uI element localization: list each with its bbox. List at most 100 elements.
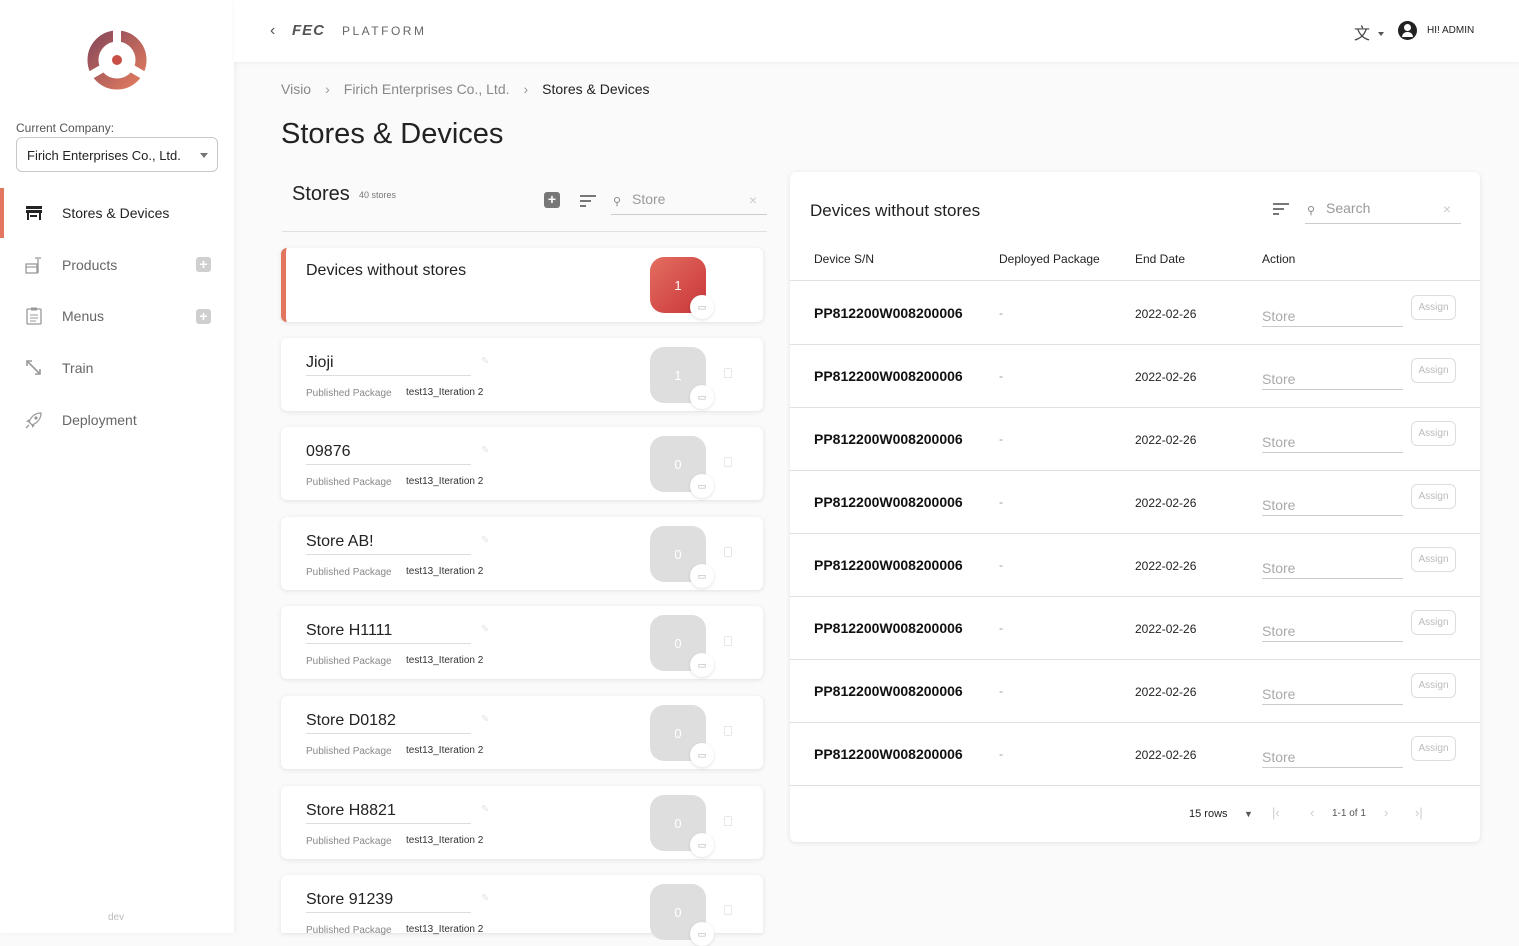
add-product-button[interactable]: + (196, 257, 211, 272)
package-label: Published Package (306, 746, 392, 757)
edit-pencil-icon[interactable]: ✎ (481, 624, 489, 635)
store-card-selected[interactable]: Devices without stores 1 ▭ (281, 248, 763, 322)
assign-button[interactable]: Assign (1411, 547, 1456, 572)
store-input[interactable] (1262, 296, 1403, 327)
chevron-down-icon[interactable] (1378, 32, 1384, 36)
device-sn: PP812200W008200006 (814, 683, 963, 699)
edit-pencil-icon[interactable]: ✎ (481, 804, 489, 815)
store-card[interactable]: Jioji ✎ Published Package test13_Iterati… (281, 338, 763, 411)
storefront-icon (24, 203, 44, 223)
store-input[interactable] (1262, 359, 1403, 390)
store-input[interactable] (1262, 485, 1403, 516)
device-search-input[interactable] (1326, 200, 1436, 216)
search-icon: ⚲ (613, 196, 622, 208)
nav-label: Menus (62, 308, 105, 324)
trash-icon[interactable] (724, 636, 732, 646)
store-search-input[interactable] (632, 191, 742, 207)
device-search[interactable]: ⚲ × (1305, 196, 1461, 224)
deployed-package: - (999, 621, 1003, 635)
edit-pencil-icon[interactable]: ✎ (481, 445, 489, 456)
table-row: PP812200W008200006 - 2022-02-26 Assign (790, 723, 1480, 786)
store-card[interactable]: Store AB! ✎ Published Package test13_Ite… (281, 517, 763, 590)
edit-pencil-icon[interactable]: ✎ (481, 714, 489, 725)
device-icon: ▭ (690, 474, 714, 498)
sort-icon[interactable] (1273, 203, 1289, 215)
store-input[interactable] (1262, 674, 1403, 705)
trash-icon[interactable] (724, 547, 732, 557)
assign-button[interactable]: Assign (1411, 736, 1456, 761)
name-underline (306, 733, 471, 734)
edit-pencil-icon[interactable]: ✎ (481, 535, 489, 546)
package-label: Published Package (306, 836, 392, 847)
table-row: PP812200W008200006 - 2022-02-26 Assign (790, 597, 1480, 660)
package-value: test13_Iteration 2 (406, 835, 484, 846)
trash-icon[interactable] (724, 726, 732, 736)
nav-item-train[interactable]: Train (0, 343, 234, 393)
nav-item-products[interactable]: Products + (0, 240, 234, 290)
edit-pencil-icon[interactable]: ✎ (481, 356, 489, 367)
nav-item-stores-devices[interactable]: Stores & Devices (0, 188, 234, 238)
chevron-down-icon[interactable]: ▼ (1244, 809, 1253, 819)
column-header: Device S/N (814, 252, 875, 266)
store-input[interactable] (1262, 737, 1403, 768)
deployed-package: - (999, 369, 1003, 383)
device-count: 0 (674, 546, 682, 562)
store-input[interactable] (1262, 548, 1403, 579)
breadcrumb-link[interactable]: Visio (281, 81, 311, 97)
user-greeting[interactable]: HI! ADMIN (1427, 25, 1474, 36)
assign-button[interactable]: Assign (1411, 295, 1456, 320)
device-count-badge: 0 ▭ (650, 884, 714, 946)
edit-pencil-icon[interactable]: ✎ (481, 893, 489, 904)
assign-button[interactable]: Assign (1411, 673, 1456, 698)
store-card[interactable]: Store 91239 ✎ Published Package test13_I… (281, 875, 763, 946)
trash-icon[interactable] (724, 905, 732, 915)
store-card[interactable]: Store H8821 ✎ Published Package test13_I… (281, 786, 763, 859)
clear-icon[interactable]: × (1443, 201, 1451, 217)
first-page-icon[interactable]: |‹ (1272, 805, 1280, 820)
store-input[interactable] (1262, 422, 1403, 453)
device-count-badge: 0 ▭ (650, 795, 714, 857)
assign-button[interactable]: Assign (1411, 610, 1456, 635)
store-card[interactable]: 09876 ✎ Published Package test13_Iterati… (281, 427, 763, 500)
trash-icon[interactable] (724, 457, 732, 467)
prev-page-icon[interactable]: ‹ (1310, 805, 1314, 820)
clear-icon[interactable]: × (749, 192, 757, 208)
company-select[interactable]: Firich Enterprises Co., Ltd. (16, 137, 218, 172)
store-input[interactable] (1262, 611, 1403, 642)
translate-icon[interactable]: 文 (1354, 20, 1370, 44)
next-page-icon[interactable]: › (1384, 805, 1388, 820)
add-menu-button[interactable]: + (196, 309, 211, 324)
account-icon[interactable] (1398, 21, 1417, 40)
end-date: 2022-02-26 (1135, 559, 1197, 573)
nav-item-deployment[interactable]: Deployment (0, 395, 234, 445)
products-icon (24, 255, 44, 275)
device-count-badge: 0 ▭ (650, 436, 714, 498)
end-date: 2022-02-26 (1135, 622, 1197, 636)
sort-icon[interactable] (580, 195, 596, 207)
package-label: Published Package (306, 656, 392, 667)
rows-per-page[interactable]: 15 rows (1189, 808, 1228, 820)
store-card[interactable]: Store H1111 ✎ Published Package test13_I… (281, 606, 763, 679)
assign-button[interactable]: Assign (1411, 484, 1456, 509)
end-date: 2022-02-26 (1135, 496, 1197, 510)
breadcrumb: Visio › Firich Enterprises Co., Ltd. › S… (281, 81, 650, 97)
assign-button[interactable]: Assign (1411, 421, 1456, 446)
device-sn: PP812200W008200006 (814, 746, 963, 762)
store-name: Store H1111 (306, 622, 393, 639)
deployed-package: - (999, 747, 1003, 761)
device-icon: ▭ (690, 743, 714, 767)
store-card[interactable]: Store D0182 ✎ Published Package test13_I… (281, 696, 763, 769)
store-name: Store 91239 (306, 891, 394, 908)
trash-icon[interactable] (724, 816, 732, 826)
trash-icon[interactable] (724, 368, 732, 378)
company-select-value: Firich Enterprises Co., Ltd. (27, 148, 181, 163)
add-store-button[interactable]: + (544, 192, 560, 208)
last-page-icon[interactable]: ›| (1415, 805, 1423, 820)
assign-button[interactable]: Assign (1411, 358, 1456, 383)
package-value: test13_Iteration 2 (406, 924, 484, 935)
back-arrow-icon[interactable]: ‹ (270, 22, 275, 40)
brand-name: FEC (292, 22, 325, 39)
breadcrumb-link[interactable]: Firich Enterprises Co., Ltd. (344, 81, 510, 97)
nav-item-menus[interactable]: Menus + (0, 291, 234, 341)
store-search[interactable]: ⚲ × (611, 187, 767, 215)
